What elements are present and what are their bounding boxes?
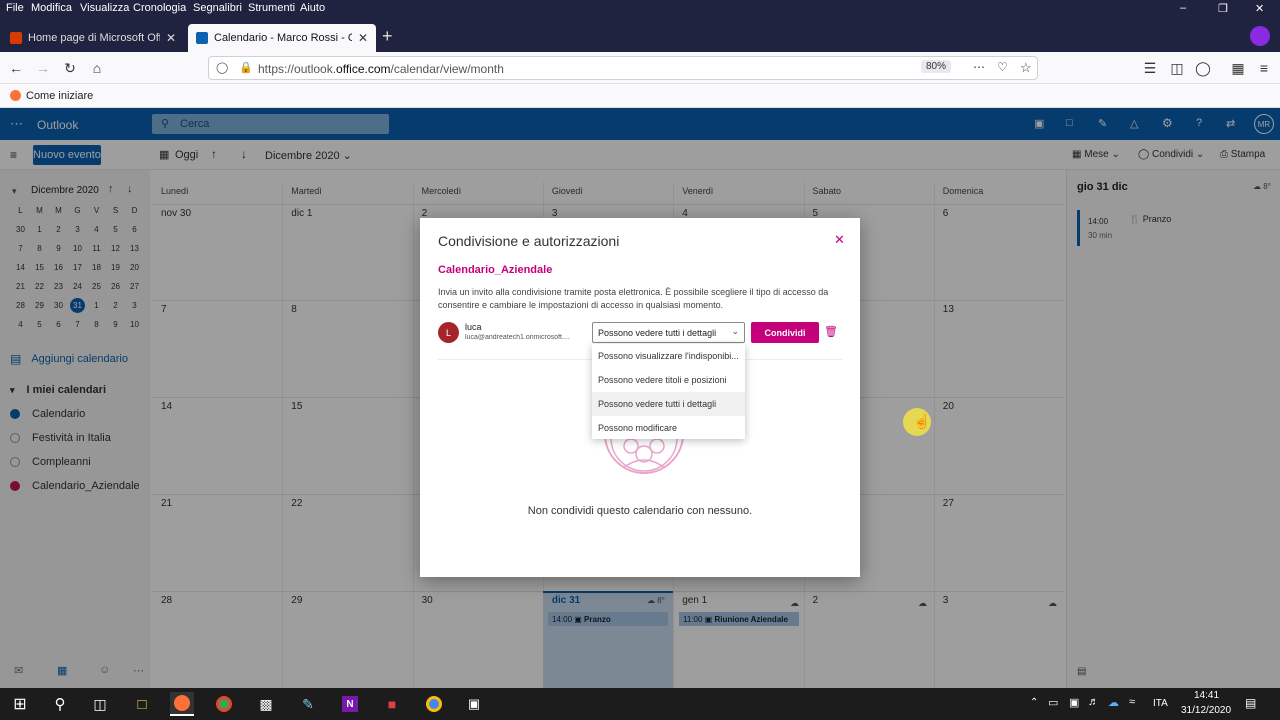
- permission-selected-value: Possono vedere tutti i dettagli: [598, 327, 717, 338]
- url-bar[interactable]: ◯ 🔒 https://outlook.office.com/calendar/…: [208, 56, 1038, 80]
- bookmark-star-icon[interactable]: ☆: [1020, 60, 1032, 76]
- dropdown-option[interactable]: Possono visualizzare l'indisponibi...: [592, 344, 745, 368]
- chevron-down-icon: ⌄: [731, 326, 739, 336]
- menu-aiuto[interactable]: Aiuto: [300, 2, 325, 14]
- menu-modifica[interactable]: Modifica: [31, 2, 72, 14]
- onenote-taskbar-icon[interactable]: N: [338, 692, 362, 716]
- dropdown-option-selected[interactable]: Possono vedere tutti i dettagli: [592, 392, 745, 416]
- person-avatar: L: [438, 322, 459, 343]
- firefox-icon: [10, 90, 21, 101]
- lock-icon[interactable]: 🔒: [239, 61, 253, 74]
- reload-icon[interactable]: ↻: [60, 58, 80, 78]
- share-button[interactable]: Condividi: [751, 322, 819, 343]
- tab-office-home[interactable]: Home page di Microsoft Office ✕: [2, 24, 184, 52]
- dropdown-option[interactable]: Possono modificare: [592, 416, 745, 440]
- menu-visualizza[interactable]: Visualizza: [80, 2, 129, 14]
- windows-taskbar: ⊞ ⚲ ◫ □ ▩ ✎ N ■ ▣ ⌃ ▭ ▣ ♬ ☁ ≈ ITA 14:41 …: [0, 688, 1280, 720]
- file-explorer-icon[interactable]: □: [130, 692, 154, 716]
- hand-cursor-icon: ☝: [913, 413, 931, 429]
- tab-title: Calendario - Marco Rossi - Out: [214, 32, 352, 44]
- chrome-alt-icon[interactable]: [422, 692, 446, 716]
- terminal-icon[interactable]: ▩: [254, 692, 278, 716]
- dropdown-option[interactable]: Possono vedere titoli e posizioni: [592, 368, 745, 392]
- extensions-icon[interactable]: ▦: [1228, 58, 1248, 78]
- remote-app-icon[interactable]: ▣: [462, 692, 486, 716]
- back-icon[interactable]: ←: [6, 58, 26, 78]
- minimize-icon[interactable]: –: [1180, 2, 1186, 14]
- device-icon[interactable]: ▣: [1069, 696, 1079, 709]
- menu-strumenti[interactable]: Strumenti: [248, 2, 295, 14]
- menu-cronologia[interactable]: Cronologia: [133, 2, 186, 14]
- task-view-icon[interactable]: ◫: [88, 692, 112, 716]
- account-icon[interactable]: ◯: [1193, 58, 1213, 78]
- new-tab-icon[interactable]: +: [382, 26, 393, 47]
- search-taskbar-icon[interactable]: ⚲: [48, 692, 72, 716]
- tab-close-icon[interactable]: ✕: [358, 31, 368, 45]
- wifi-icon[interactable]: ≈: [1129, 696, 1135, 708]
- office-icon: [10, 32, 22, 44]
- battery-icon[interactable]: ▭: [1048, 696, 1058, 709]
- url-text: https://outlook.office.com/calendar/view…: [258, 62, 504, 76]
- zoom-level[interactable]: 80%: [921, 60, 952, 73]
- browser-menubar: File Modifica Visualizza Cronologia Segn…: [0, 0, 1280, 20]
- pocket-icon[interactable]: ♡: [997, 60, 1008, 74]
- bookmarks-bar: Come iniziare: [0, 84, 1280, 108]
- page-actions-icon[interactable]: ⋯: [973, 60, 985, 74]
- tab-close-icon[interactable]: ✕: [166, 31, 176, 45]
- volume-icon[interactable]: ♬: [1088, 696, 1099, 708]
- window-close-icon[interactable]: ✕: [1255, 2, 1264, 15]
- tab-calendar[interactable]: Calendario - Marco Rossi - Out ✕: [188, 24, 376, 52]
- tracking-shield-icon[interactable]: ◯: [216, 61, 228, 74]
- person-name: luca: [465, 322, 482, 332]
- forward-icon[interactable]: →: [33, 58, 53, 78]
- dialog-close-icon[interactable]: ✕: [834, 232, 845, 248]
- sidebar-icon[interactable]: ◫: [1167, 58, 1187, 78]
- firefox-taskbar-icon[interactable]: [170, 692, 194, 716]
- home-icon[interactable]: ⌂: [87, 58, 107, 78]
- menu-segnalibri[interactable]: Segnalibri: [193, 2, 242, 14]
- windows-start-icon[interactable]: ⊞: [8, 692, 32, 716]
- clock-time[interactable]: 14:41: [1194, 690, 1219, 701]
- dialog-description: Invia un invito alla condivisione tramit…: [438, 287, 829, 310]
- menu-icon[interactable]: ≡: [1254, 58, 1274, 78]
- library-icon[interactable]: ☰: [1140, 58, 1160, 78]
- permission-select[interactable]: Possono vedere tutti i dettagli ⌄: [592, 322, 745, 343]
- person-email: luca@andreatech1.onmicrosoft....: [465, 334, 570, 341]
- tab-title: Home page di Microsoft Office: [28, 32, 160, 44]
- outlook-icon: [196, 32, 208, 44]
- notifications-icon[interactable]: ▤: [1245, 696, 1256, 710]
- menu-file[interactable]: File: [6, 2, 24, 14]
- language-indicator[interactable]: ITA: [1153, 698, 1168, 709]
- empty-message: Non condividi questo calendario con ness…: [527, 505, 753, 517]
- empty-state-illustration: [604, 433, 684, 474]
- notepad-icon[interactable]: ✎: [296, 692, 320, 716]
- onedrive-icon[interactable]: ☁: [1108, 696, 1119, 709]
- dialog-title: Condivisione e autorizzazioni: [438, 233, 620, 249]
- private-browsing-icon: [1250, 26, 1270, 46]
- permission-dropdown: Possono visualizzare l'indisponibi... Po…: [592, 344, 745, 439]
- bookmark-come-iniziare[interactable]: Come iniziare: [26, 90, 93, 102]
- calendar-name: Calendario_Aziendale: [438, 264, 553, 276]
- chrome-icon[interactable]: [212, 692, 236, 716]
- tray-chevron-icon[interactable]: ⌃: [1030, 697, 1038, 708]
- pdf-app-icon[interactable]: ■: [380, 692, 404, 716]
- delete-trash-icon[interactable]: 🗑: [824, 325, 838, 338]
- restore-icon[interactable]: ❐: [1218, 2, 1228, 15]
- browser-tabbar: Home page di Microsoft Office ✕ Calendar…: [0, 20, 1280, 52]
- clock-date[interactable]: 31/12/2020: [1181, 705, 1231, 716]
